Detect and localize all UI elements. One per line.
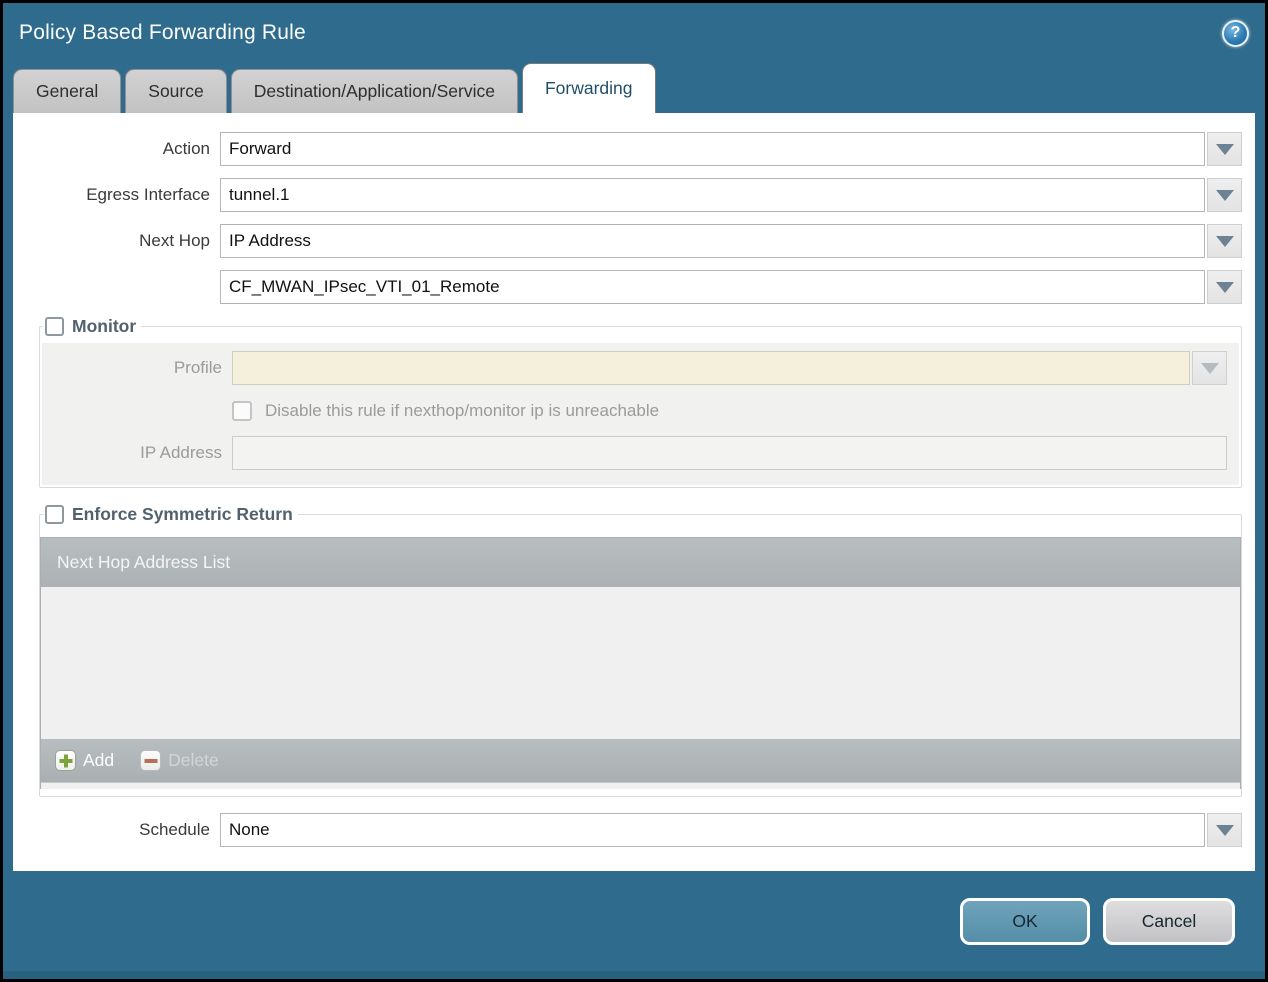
monitor-checkbox[interactable] <box>45 317 64 336</box>
chevron-down-icon <box>1200 362 1219 374</box>
tab-source[interactable]: Source <box>125 69 227 113</box>
policy-based-forwarding-dialog: Policy Based Forwarding Rule ? General S… <box>0 0 1268 982</box>
schedule-dropdown-button[interactable] <box>1207 813 1242 847</box>
dialog-footer: OK Cancel <box>3 871 1265 971</box>
tab-bar: General Source Destination/Application/S… <box>3 63 1265 113</box>
profile-combo <box>232 351 1239 385</box>
chevron-down-icon <box>1215 235 1234 247</box>
forwarding-tab-panel: Action Forward Egress Interface tunnel.1… <box>13 113 1255 871</box>
chevron-down-icon <box>1215 189 1234 201</box>
ok-button[interactable]: OK <box>960 898 1090 945</box>
next-hop-address-list-header: Next Hop Address List <box>41 538 1240 587</box>
enforce-symmetric-return-checkbox[interactable] <box>45 505 64 524</box>
disable-rule-checkbox <box>232 401 252 421</box>
dialog-titlebar: Policy Based Forwarding Rule ? <box>3 3 1265 63</box>
disable-rule-label: Disable this rule if nexthop/monitor ip … <box>265 401 660 420</box>
monitor-ip-address-row: IP Address <box>42 436 1239 470</box>
chevron-down-icon <box>1215 824 1234 836</box>
profile-row: Profile <box>42 351 1239 385</box>
next-hop-address-list-body[interactable] <box>41 587 1240 739</box>
action-combo: Forward <box>220 132 1242 166</box>
profile-dropdown-button <box>1192 351 1227 385</box>
monitor-legend-text: Monitor <box>72 316 137 336</box>
next-hop-address-list: Next Hop Address List Add Delete <box>40 537 1241 789</box>
next-hop-address-list-toolbar: Add Delete <box>41 739 1240 782</box>
list-bottom-strip <box>41 782 1240 789</box>
delete-button-label: Delete <box>168 750 219 770</box>
monitor-ip-address-value <box>232 436 1227 470</box>
dialog-title: Policy Based Forwarding Rule <box>19 21 306 44</box>
add-plus-icon <box>55 750 76 771</box>
tab-destination-application-service[interactable]: Destination/Application/Service <box>230 69 518 113</box>
chevron-down-icon <box>1215 143 1234 155</box>
egress-interface-row: Egress Interface tunnel.1 <box>23 178 1242 212</box>
tab-general[interactable]: General <box>13 69 122 113</box>
monitor-panel: Profile Disable this rule if nexthop/mon… <box>42 343 1239 485</box>
action-label: Action <box>162 139 210 158</box>
schedule-value[interactable]: None <box>220 813 1205 847</box>
profile-value <box>232 351 1190 385</box>
next-hop-address-dropdown-button[interactable] <box>1207 270 1242 304</box>
egress-interface-dropdown-button[interactable] <box>1207 178 1242 212</box>
next-hop-type-value[interactable]: IP Address <box>220 224 1205 258</box>
enforce-symmetric-return-legend-text: Enforce Symmetric Return <box>72 504 293 524</box>
enforce-symmetric-return-legend: Enforce Symmetric Return <box>43 504 298 525</box>
action-row: Action Forward <box>23 132 1242 166</box>
egress-interface-value[interactable]: tunnel.1 <box>220 178 1205 212</box>
disable-rule-row: Disable this rule if nexthop/monitor ip … <box>232 401 1239 421</box>
delete-minus-icon <box>140 750 162 771</box>
next-hop-address-value[interactable]: CF_MWAN_IPsec_VTI_01_Remote <box>220 270 1205 304</box>
add-button[interactable]: Add <box>55 750 114 771</box>
monitor-fieldset: Monitor Profile Disable this rule if nex… <box>39 316 1242 488</box>
window-bottom-strip <box>3 971 1265 979</box>
monitor-ip-address-label: IP Address <box>140 443 222 462</box>
next-hop-row: Next Hop IP Address <box>23 224 1242 258</box>
enforce-symmetric-return-fieldset: Enforce Symmetric Return Next Hop Addres… <box>39 504 1242 797</box>
delete-button: Delete <box>140 750 219 771</box>
next-hop-address-list-title: Next Hop Address List <box>57 552 231 572</box>
cancel-button[interactable]: Cancel <box>1103 898 1235 945</box>
profile-label: Profile <box>173 358 222 377</box>
next-hop-label: Next Hop <box>139 231 210 250</box>
add-button-label: Add <box>83 750 115 770</box>
next-hop-type-dropdown-button[interactable] <box>1207 224 1242 258</box>
egress-interface-combo: tunnel.1 <box>220 178 1242 212</box>
schedule-combo: None <box>220 813 1242 847</box>
chevron-down-icon <box>1215 281 1234 293</box>
next-hop-type-combo: IP Address <box>220 224 1242 258</box>
next-hop-address-combo: CF_MWAN_IPsec_VTI_01_Remote <box>220 270 1242 304</box>
egress-interface-label: Egress Interface <box>86 185 210 204</box>
tab-forwarding[interactable]: Forwarding <box>521 63 656 113</box>
schedule-label: Schedule <box>139 820 210 839</box>
action-value[interactable]: Forward <box>220 132 1205 166</box>
schedule-row: Schedule None <box>23 813 1242 847</box>
next-hop-address-row: CF_MWAN_IPsec_VTI_01_Remote <box>23 270 1242 304</box>
action-dropdown-button[interactable] <box>1207 132 1242 166</box>
monitor-legend: Monitor <box>43 316 141 337</box>
help-icon[interactable]: ? <box>1222 19 1249 47</box>
